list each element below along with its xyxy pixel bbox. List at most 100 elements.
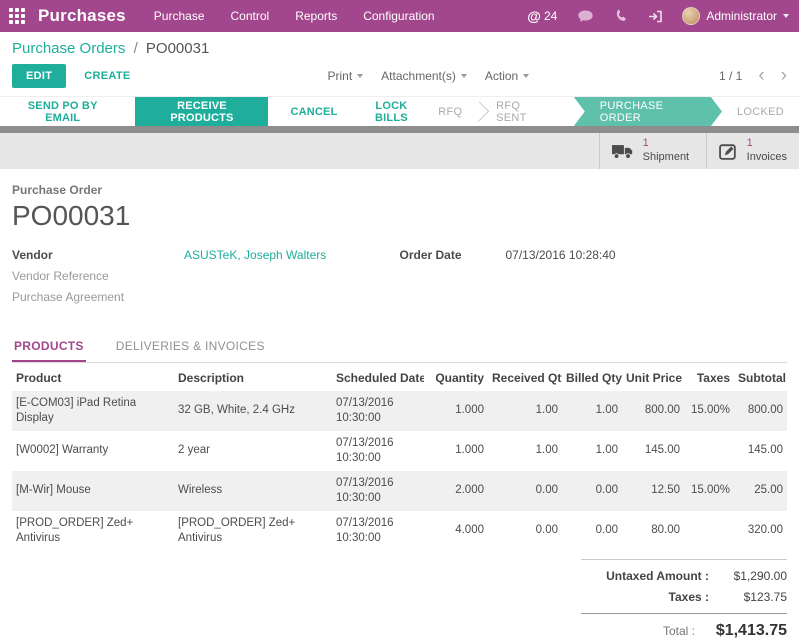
cell-taxes: 15.00% <box>684 471 734 511</box>
cell-scheduled-date: 07/13/2016 10:30:00 <box>332 471 424 511</box>
cancel-button[interactable]: CANCEL <box>290 106 337 118</box>
chevron-down-icon <box>783 14 789 18</box>
cell-subtotal: 145.00 <box>734 431 787 471</box>
print-dropdown[interactable]: Print <box>327 69 363 83</box>
cell-product: [W0002] Warranty <box>12 431 174 471</box>
invoices-stat-button[interactable]: 1 Invoices <box>706 133 799 169</box>
cell-product: [M-Wir] Mouse <box>12 471 174 511</box>
messages-icon[interactable] <box>577 10 594 23</box>
cell-quantity: 2.000 <box>424 471 488 511</box>
vendor-value-link[interactable]: ASUSTeK, Joseph Walters <box>184 248 326 262</box>
shipment-label: Shipment <box>643 151 689 165</box>
pager-next-icon[interactable]: › <box>781 71 787 81</box>
sign-in-icon[interactable] <box>648 10 662 23</box>
status-rfq-sent[interactable]: RFQ SENT <box>481 97 564 126</box>
cell-unit-price: 145.00 <box>622 431 684 471</box>
cell-scheduled-date: 07/13/2016 10:30:00 <box>332 391 424 431</box>
col-product: Product <box>12 363 174 391</box>
total-label: Total : <box>663 624 695 638</box>
cell-unit-price: 800.00 <box>622 391 684 431</box>
col-billed-qty: Billed Qty <box>562 363 622 391</box>
purchase-agreement-label: Purchase Agreement <box>12 290 184 304</box>
cell-received-qty: 1.00 <box>488 391 562 431</box>
cell-product: [E-COM03] iPad Retina Display <box>12 391 174 431</box>
untaxed-amount-label: Untaxed Amount : <box>606 569 709 583</box>
cell-received-qty: 1.00 <box>488 431 562 471</box>
taxes-label: Taxes : <box>669 590 709 604</box>
cell-description: [PROD_ORDER] Zed+ Antivirus <box>174 511 332 551</box>
send-po-by-email-button[interactable]: SEND PO BY EMAIL <box>12 100 113 124</box>
apps-grid-icon[interactable] <box>0 0 34 32</box>
main-menu: Purchase Control Reports Configuration <box>154 9 435 23</box>
breadcrumb-current: PO00031 <box>146 40 209 57</box>
menu-purchase[interactable]: Purchase <box>154 9 205 23</box>
breadcrumb-parent-link[interactable]: Purchase Orders <box>12 40 125 57</box>
shipment-count: 1 <box>643 137 689 151</box>
cell-taxes <box>684 431 734 471</box>
menu-configuration[interactable]: Configuration <box>363 9 434 23</box>
user-menu[interactable]: Administrator <box>682 7 789 25</box>
total-value: $1,413.75 <box>695 622 787 640</box>
cell-quantity: 1.000 <box>424 431 488 471</box>
chevron-down-icon <box>523 74 529 78</box>
status-locked[interactable]: LOCKED <box>722 97 799 126</box>
col-quantity: Quantity <box>424 363 488 391</box>
notebook-tabs: PRODUCTS DELIVERIES & INVOICES <box>12 331 787 363</box>
form-sheet: Purchase Order PO00031 Vendor ASUSTeK, J… <box>0 169 799 640</box>
status-steps: RFQ RFQ SENT PURCHASE ORDER LOCKED <box>423 97 799 126</box>
tab-products[interactable]: PRODUCTS <box>12 331 86 362</box>
sheet-top-shadow <box>0 126 799 133</box>
cell-subtotal: 800.00 <box>734 391 787 431</box>
cell-description: Wireless <box>174 471 332 511</box>
cell-taxes <box>684 511 734 551</box>
cell-billed-qty: 0.00 <box>562 511 622 551</box>
cell-subtotal: 25.00 <box>734 471 787 511</box>
cell-billed-qty: 1.00 <box>562 391 622 431</box>
col-scheduled-date: Scheduled Date <box>332 363 424 391</box>
pager-previous-icon[interactable]: ‹ <box>758 71 764 81</box>
table-header-row: Product Description Scheduled Date Quant… <box>12 363 787 391</box>
totals-divider <box>581 613 787 614</box>
col-unit-price: Unit Price <box>622 363 684 391</box>
edit-button[interactable]: EDIT <box>12 64 66 88</box>
action-dropdown[interactable]: Action <box>485 69 529 83</box>
tab-deliveries-invoices[interactable]: DELIVERIES & INVOICES <box>114 331 267 362</box>
menu-control[interactable]: Control <box>231 9 270 23</box>
page-title: PO00031 <box>12 200 787 232</box>
create-button[interactable]: CREATE <box>72 64 142 88</box>
app-title: Purchases <box>38 6 126 26</box>
table-row[interactable]: [E-COM03] iPad Retina Display 32 GB, Whi… <box>12 391 787 431</box>
breadcrumb: Purchase Orders / PO00031 <box>0 32 799 59</box>
totals-block: Untaxed Amount : $1,290.00 Taxes : $123.… <box>581 559 787 640</box>
order-date-label: Order Date <box>400 248 506 262</box>
col-description: Description <box>174 363 332 391</box>
cell-scheduled-date: 07/13/2016 10:30:00 <box>332 511 424 551</box>
top-navbar: Purchases Purchase Control Reports Confi… <box>0 0 799 32</box>
invoices-label: Invoices <box>747 151 787 165</box>
activities-counter[interactable]: @ 24 <box>527 8 557 24</box>
phone-icon[interactable] <box>614 9 628 23</box>
user-avatar <box>682 7 700 25</box>
lock-bills-button[interactable]: LOCK BILLS <box>360 100 424 124</box>
menu-reports[interactable]: Reports <box>295 9 337 23</box>
table-row[interactable]: [M-Wir] Mouse Wireless 07/13/2016 10:30:… <box>12 471 787 511</box>
attachments-dropdown[interactable]: Attachment(s) <box>381 69 467 83</box>
col-received-qty: Received Qty <box>488 363 562 391</box>
vendor-reference-label: Vendor Reference <box>12 269 184 283</box>
truck-icon <box>612 143 634 160</box>
receive-products-button[interactable]: RECEIVE PRODUCTS <box>135 97 268 126</box>
control-panel: EDIT CREATE Print Attachment(s) Action 1… <box>0 59 799 96</box>
vendor-label: Vendor <box>12 248 184 262</box>
untaxed-amount-value: $1,290.00 <box>709 569 787 583</box>
chevron-down-icon <box>357 74 363 78</box>
status-purchase-order-active[interactable]: PURCHASE ORDER <box>574 97 722 126</box>
cell-received-qty: 0.00 <box>488 471 562 511</box>
table-row[interactable]: [PROD_ORDER] Zed+ Antivirus [PROD_ORDER]… <box>12 511 787 551</box>
cell-scheduled-date: 07/13/2016 10:30:00 <box>332 431 424 471</box>
col-subtotal: Subtotal <box>734 363 787 391</box>
record-type-label: Purchase Order <box>12 183 787 197</box>
cell-billed-qty: 1.00 <box>562 431 622 471</box>
shipment-stat-button[interactable]: 1 Shipment <box>599 133 706 169</box>
cell-quantity: 4.000 <box>424 511 488 551</box>
table-row[interactable]: [W0002] Warranty 2 year 07/13/2016 10:30… <box>12 431 787 471</box>
